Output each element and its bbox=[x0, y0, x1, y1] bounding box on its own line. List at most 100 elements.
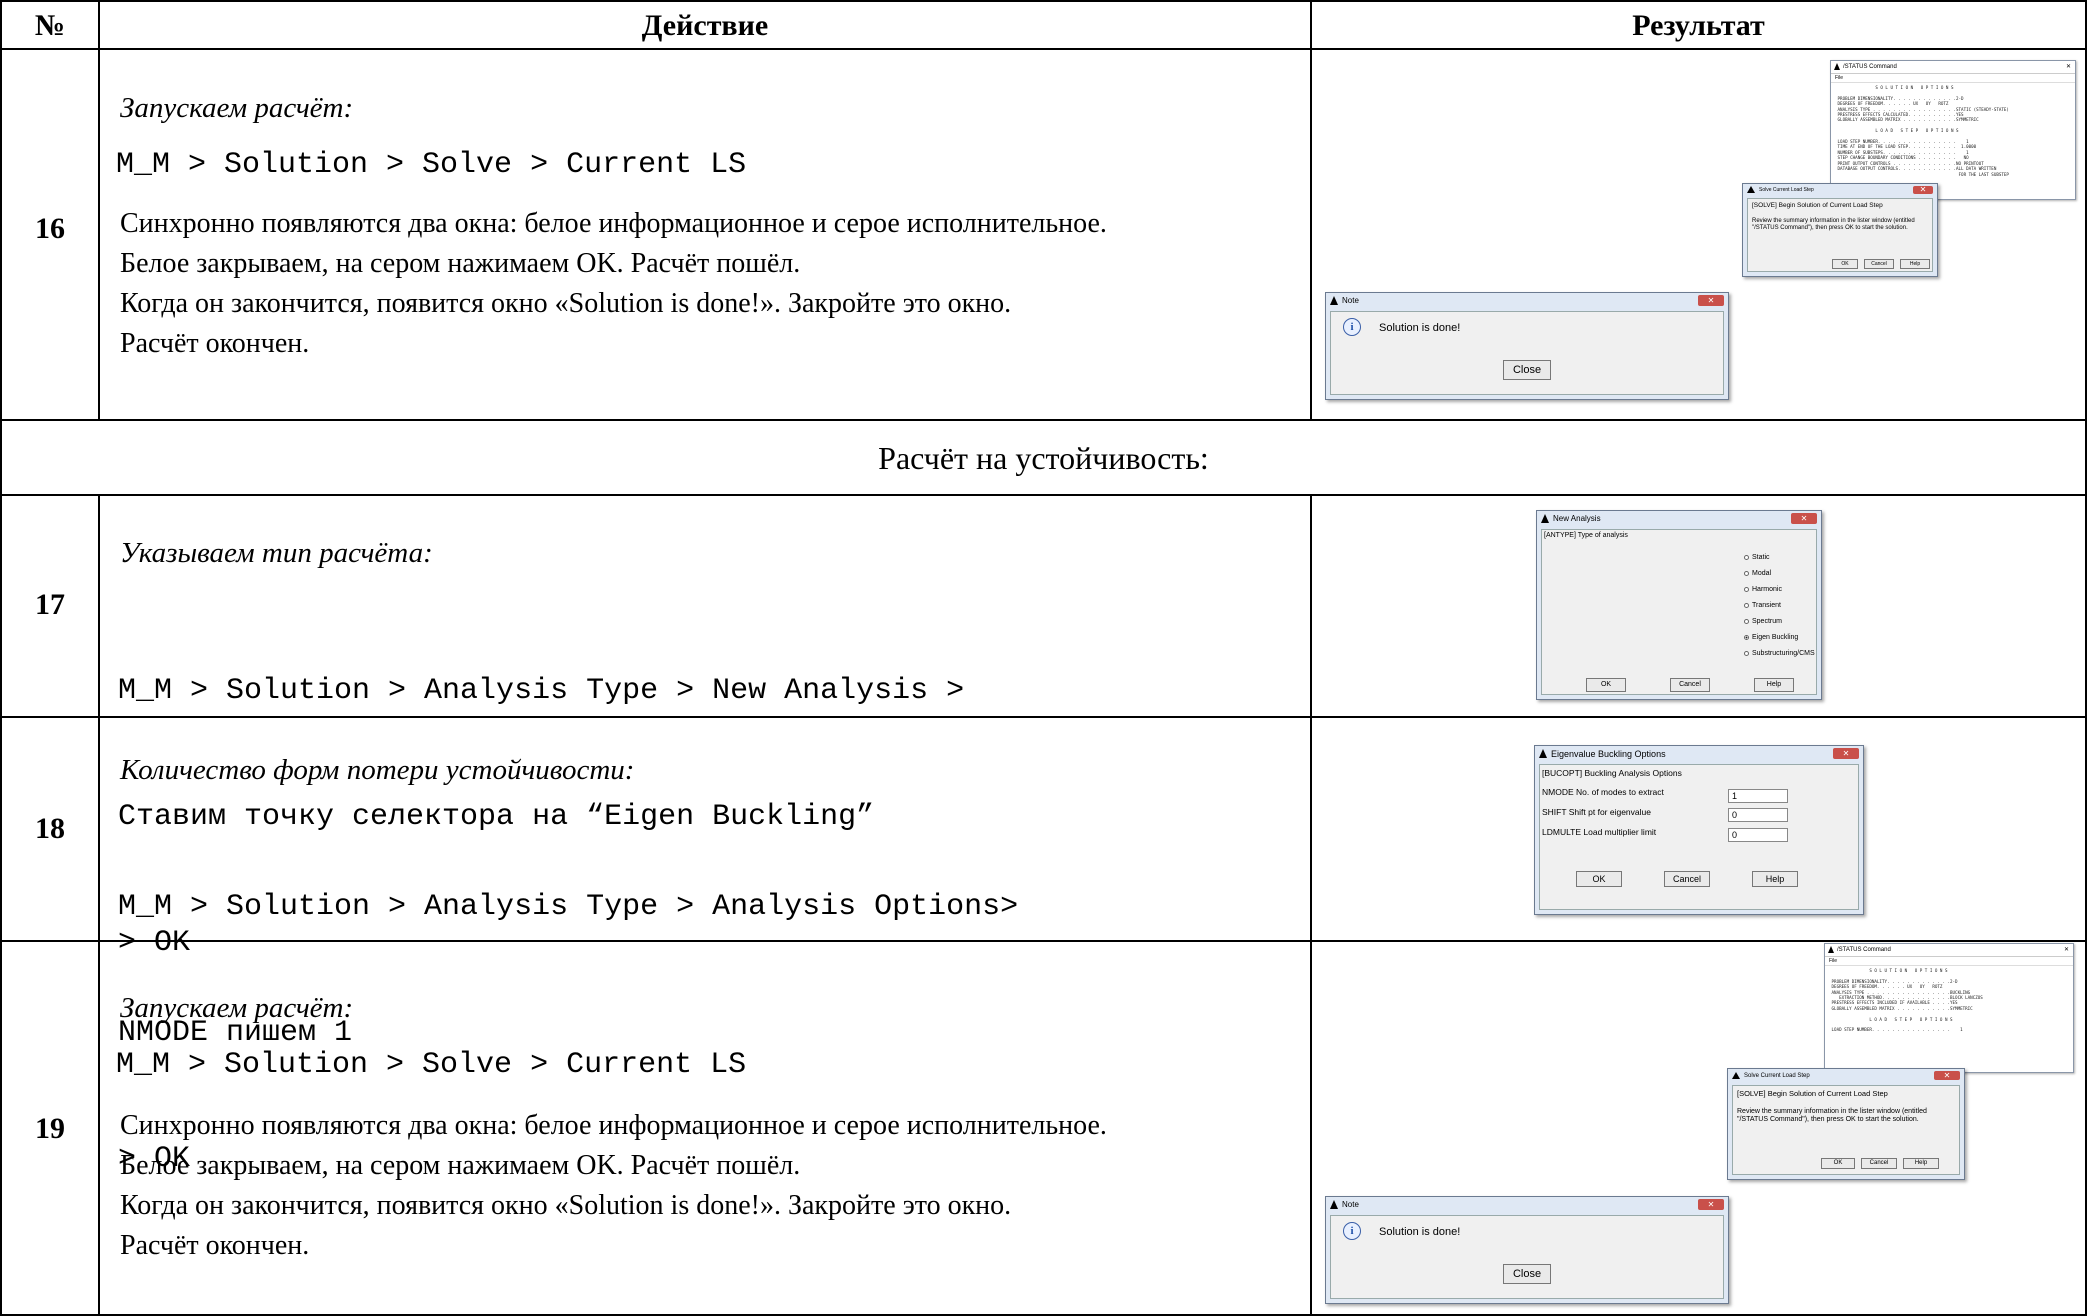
close-icon[interactable]: ✕ bbox=[2066, 61, 2071, 73]
dialog-body: [ANTYPE] Type of analysis Static Modal H… bbox=[1541, 529, 1817, 695]
lister-menu-file[interactable]: File bbox=[1831, 74, 2075, 83]
close-button[interactable]: ✕ bbox=[1791, 513, 1817, 524]
close-icon[interactable]: ✕ bbox=[2064, 944, 2069, 956]
ldmulte-input[interactable]: 0 bbox=[1728, 828, 1788, 842]
radio-icon bbox=[1744, 554, 1749, 560]
radio-icon bbox=[1744, 586, 1749, 592]
solve-dialog: Solve Current Load Step ✕ [SOLVE] Begin … bbox=[1742, 183, 1938, 277]
step-description: Синхронно появляются два окна: белое инф… bbox=[120, 204, 1107, 364]
section-title: Расчёт на устойчивость: bbox=[878, 440, 1209, 476]
ok-button[interactable]: OK bbox=[1821, 1158, 1855, 1169]
close-button[interactable]: ✕ bbox=[1698, 1199, 1724, 1210]
text-line: Когда он закончится, появится окно «Solu… bbox=[120, 1190, 1012, 1221]
cancel-button[interactable]: Cancel bbox=[1664, 871, 1710, 887]
dialog-titlebar: New Analysis ✕ bbox=[1537, 511, 1821, 527]
ansys-logo-icon bbox=[1834, 63, 1840, 70]
text-line: Расчёт окончен. bbox=[120, 328, 310, 359]
row-number: 19 bbox=[35, 1112, 65, 1145]
radio-eigen-buckling[interactable]: Eigen Buckling bbox=[1744, 634, 1798, 641]
text-line: Белое закрываем, на сером нажимаем OK. Р… bbox=[120, 1150, 801, 1181]
new-analysis-dialog: New Analysis ✕ [ANTYPE] Type of analysis… bbox=[1536, 510, 1822, 700]
cancel-button[interactable]: Cancel bbox=[1670, 678, 1710, 692]
ok-button[interactable]: OK bbox=[1832, 259, 1858, 269]
radio-transient[interactable]: Transient bbox=[1744, 602, 1781, 609]
help-button[interactable]: Help bbox=[1900, 259, 1930, 269]
radio-label: Eigen Buckling bbox=[1752, 634, 1799, 641]
ok-button[interactable]: OK bbox=[1576, 871, 1622, 887]
shift-label: SHIFT Shift pt for eigenvalue bbox=[1542, 807, 1651, 817]
nmode-label: NMODE No. of modes to extract bbox=[1542, 787, 1664, 797]
step-title: Запускаем расчёт: bbox=[120, 992, 354, 1024]
row-number: 16 bbox=[35, 212, 65, 245]
table-border bbox=[1310, 494, 1312, 1316]
close-button[interactable]: ✕ bbox=[1934, 1071, 1960, 1080]
note-message: Solution is done! bbox=[1379, 1226, 1461, 1238]
radio-label: Modal bbox=[1752, 570, 1772, 577]
path-line: M_M > Solution > Analysis Type > New Ana… bbox=[118, 674, 965, 708]
shift-input[interactable]: 0 bbox=[1728, 808, 1788, 822]
dialog-title: New Analysis bbox=[1553, 514, 1601, 523]
close-dialog-button[interactable]: Close bbox=[1503, 1264, 1551, 1284]
dialog-body: i Solution is done! Close bbox=[1330, 1215, 1724, 1299]
dialog-title: Solve Current Load Step bbox=[1744, 1073, 1810, 1079]
radio-spectrum[interactable]: Spectrum bbox=[1744, 618, 1782, 625]
table-border bbox=[1310, 0, 1312, 420]
nmode-input[interactable]: 1 bbox=[1728, 789, 1788, 803]
ldmulte-label: LDMULTE Load multiplier limit bbox=[1542, 827, 1657, 837]
radio-label: Substructuring/CMS bbox=[1752, 650, 1815, 657]
note-dialog: Note ✕ i Solution is done! Close bbox=[1325, 292, 1729, 400]
close-dialog-button[interactable]: Close bbox=[1503, 360, 1551, 380]
dialog-body: [SOLVE] Begin Solution of Current Load S… bbox=[1747, 198, 1933, 272]
help-button[interactable]: Help bbox=[1903, 1158, 1939, 1169]
radio-substructuring[interactable]: Substructuring/CMS bbox=[1744, 650, 1815, 657]
instruction-table: № Действие Результат 16 Запускаем расчёт… bbox=[0, 0, 2087, 1316]
note-message: Solution is done! bbox=[1379, 322, 1461, 334]
ansys-logo-icon bbox=[1747, 186, 1755, 193]
dialog-heading: [SOLVE] Begin Solution of Current Load S… bbox=[1752, 202, 1883, 209]
dialog-titlebar: Solve Current Load Step ✕ bbox=[1743, 184, 1937, 196]
cancel-button[interactable]: Cancel bbox=[1864, 259, 1894, 269]
lister-menu-file[interactable]: File bbox=[1825, 957, 2073, 966]
step-title: Указываем тип расчёта: bbox=[120, 537, 433, 569]
radio-icon bbox=[1744, 650, 1749, 656]
ansys-logo-icon bbox=[1330, 296, 1338, 305]
info-icon: i bbox=[1343, 1222, 1361, 1240]
dialog-body: i Solution is done! Close bbox=[1330, 311, 1724, 395]
cancel-button[interactable]: Cancel bbox=[1861, 1158, 1897, 1169]
info-icon: i bbox=[1343, 318, 1361, 336]
dialog-titlebar: Eigenvalue Buckling Options ✕ bbox=[1535, 746, 1863, 762]
lister-text: S O L U T I O N O P T I O N S PROBLEM DI… bbox=[1837, 85, 2009, 177]
lister-title: /STATUS Command bbox=[1843, 64, 1897, 70]
radio-icon bbox=[1744, 618, 1749, 624]
table-border bbox=[98, 494, 100, 1316]
table-border bbox=[0, 494, 2087, 496]
text-line: Когда он закончится, появится окно «Solu… bbox=[120, 288, 1012, 319]
antype-label: [ANTYPE] Type of analysis bbox=[1544, 532, 1628, 539]
ok-button[interactable]: OK bbox=[1586, 678, 1626, 692]
text-line: Расчёт окончен. bbox=[120, 1230, 310, 1261]
radio-icon bbox=[1744, 570, 1749, 576]
close-button[interactable]: ✕ bbox=[1698, 295, 1724, 306]
close-button[interactable]: ✕ bbox=[1913, 186, 1933, 194]
table-border bbox=[0, 419, 2087, 421]
dialog-title: Note bbox=[1342, 296, 1359, 305]
help-button[interactable]: Help bbox=[1752, 871, 1798, 887]
text-line: Синхронно появляются два окна: белое инф… bbox=[120, 1110, 1107, 1141]
text-line: Синхронно появляются два окна: белое инф… bbox=[120, 208, 1107, 239]
dialog-message: Review the summary information in the li… bbox=[1737, 1108, 1927, 1123]
dialog-titlebar: Solve Current Load Step ✕ bbox=[1728, 1069, 1964, 1083]
radio-modal[interactable]: Modal bbox=[1744, 570, 1771, 577]
close-button[interactable]: ✕ bbox=[1833, 748, 1859, 759]
dialog-titlebar: Note ✕ bbox=[1326, 1197, 1728, 1213]
ansys-logo-icon bbox=[1732, 1072, 1740, 1079]
dialog-message: Review the summary information in the li… bbox=[1752, 218, 1915, 231]
radio-harmonic[interactable]: Harmonic bbox=[1744, 586, 1782, 593]
help-button[interactable]: Help bbox=[1754, 678, 1794, 692]
ansys-logo-icon bbox=[1330, 1200, 1338, 1209]
header-action: Действие bbox=[641, 9, 769, 42]
bucopt-label: [BUCOPT] Buckling Analysis Options bbox=[1542, 768, 1682, 778]
radio-static[interactable]: Static bbox=[1744, 554, 1770, 561]
header-num: № bbox=[34, 9, 66, 42]
radio-label: Harmonic bbox=[1752, 586, 1782, 593]
dialog-title: Eigenvalue Buckling Options bbox=[1551, 749, 1666, 759]
